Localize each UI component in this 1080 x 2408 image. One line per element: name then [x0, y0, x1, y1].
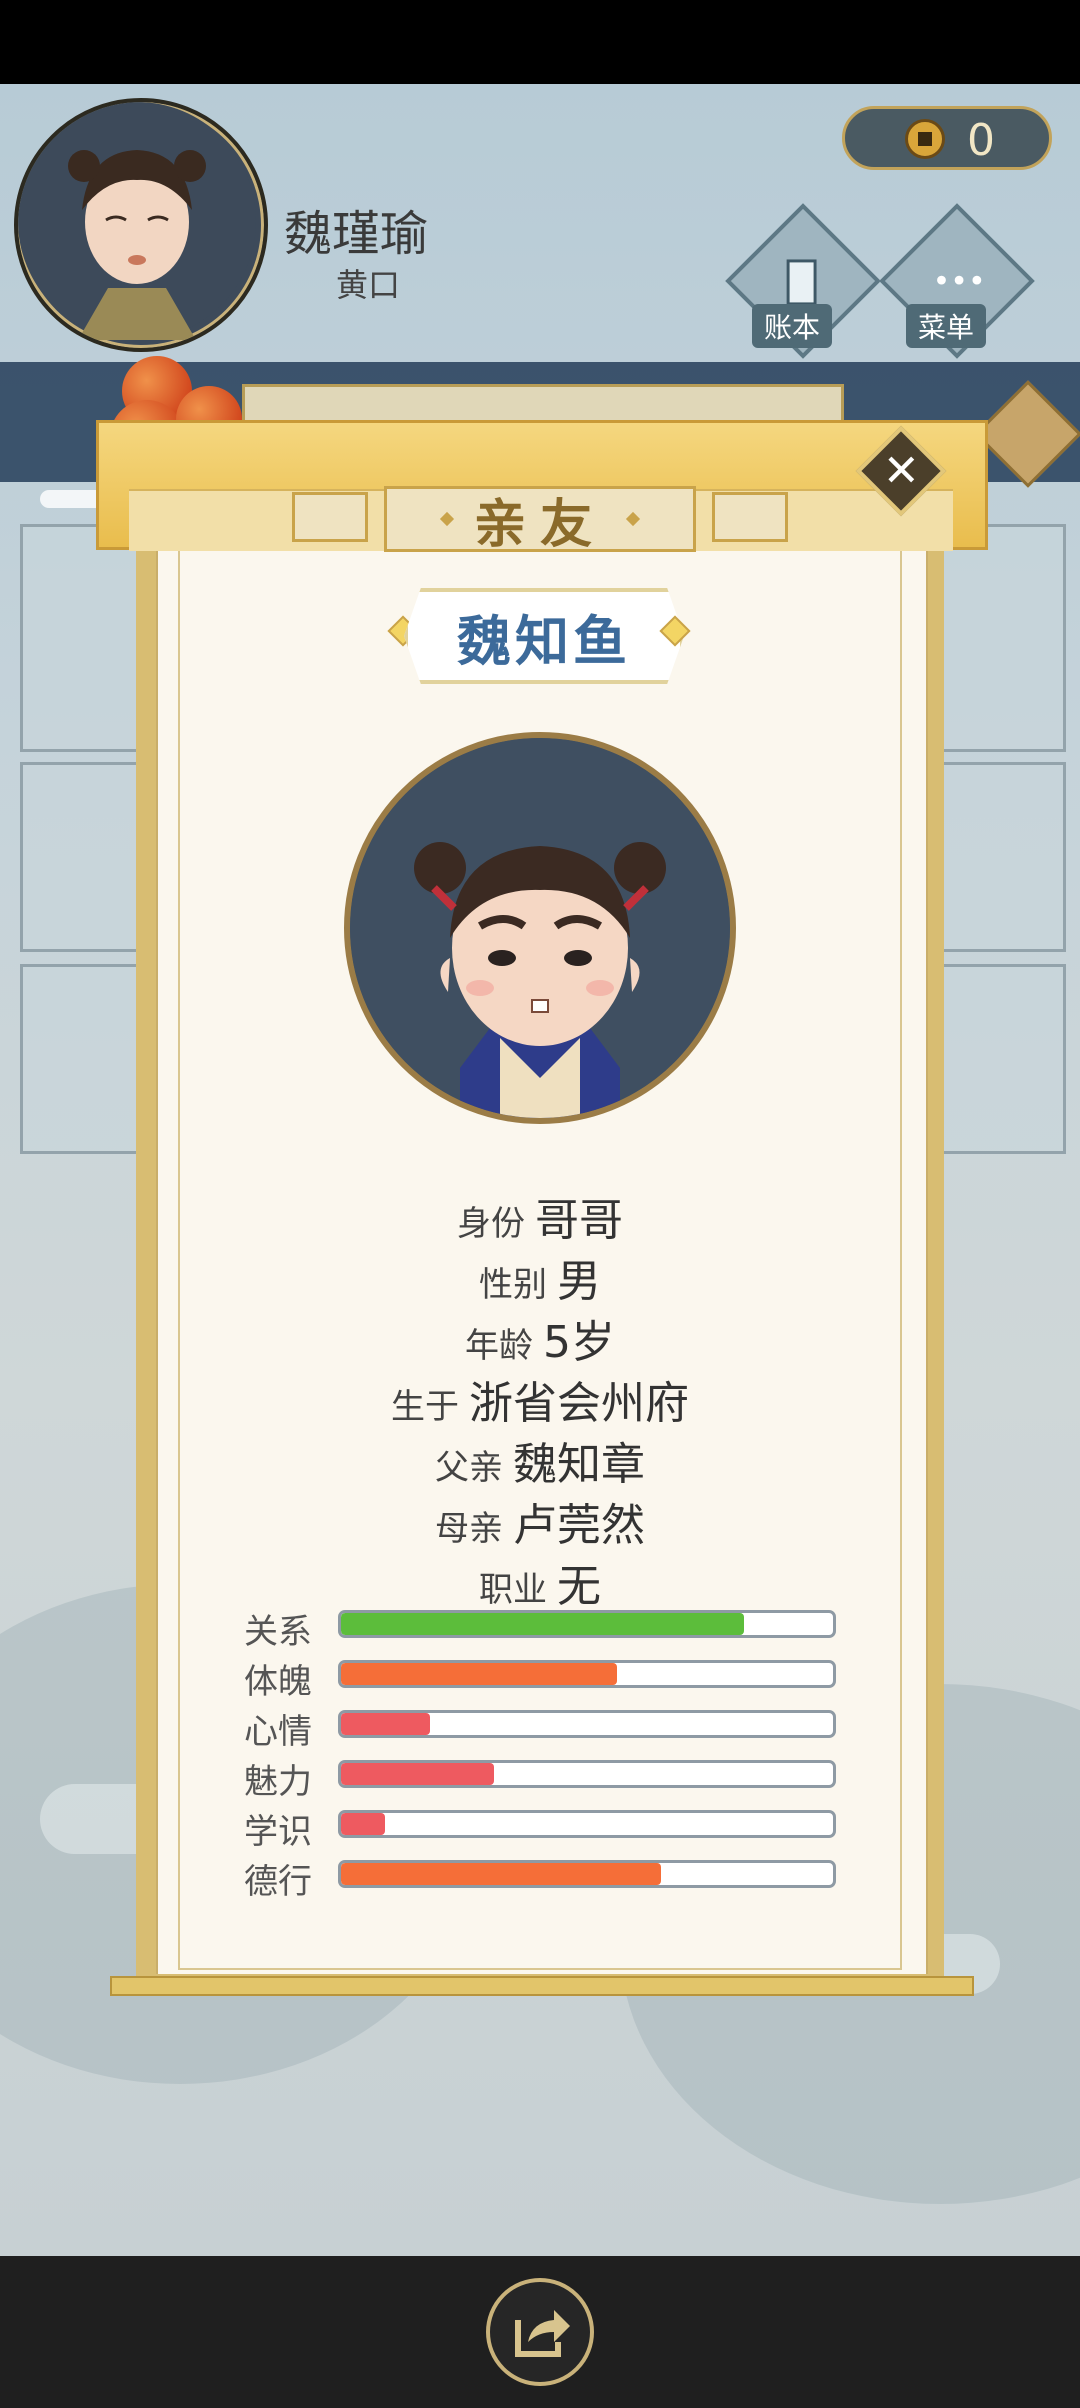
stat-bar-fill	[341, 1813, 386, 1835]
info-row: 生于 浙省会州府	[0, 1367, 1080, 1431]
dialog-title: 亲友	[473, 493, 606, 555]
currency-value: 0	[967, 115, 995, 166]
title-ornament-icon	[439, 511, 455, 527]
stat-bar-fill	[341, 1763, 494, 1785]
player-portrait-icon	[18, 102, 256, 340]
info-label: 身份	[457, 1204, 525, 1244]
info-value: 无	[557, 1561, 601, 1612]
ledger-label: 账本	[752, 304, 833, 348]
stat-bar	[338, 1660, 836, 1688]
status-bar	[0, 0, 1080, 84]
info-value: 浙省会州府	[469, 1378, 689, 1429]
player-title: 黄口	[336, 266, 401, 304]
stat-label: 关系	[244, 1612, 312, 1652]
stat-bar-fill	[341, 1863, 661, 1885]
stat-bar	[338, 1610, 836, 1638]
info-value: 魏知章	[513, 1439, 645, 1490]
share-button[interactable]	[486, 2278, 594, 2386]
player-name: 魏瑾瑜	[284, 206, 429, 262]
stat-bar	[338, 1860, 836, 1888]
player-avatar[interactable]	[14, 98, 268, 352]
stat-bar-fill	[341, 1713, 430, 1735]
info-value: 男	[557, 1256, 601, 1307]
menu-dots-icon: •••	[932, 264, 986, 300]
title-ornament-icon	[625, 511, 641, 527]
ledger-icon	[786, 259, 817, 306]
info-row: 职业无	[0, 1550, 1080, 1614]
menu-label: 菜单	[906, 304, 987, 348]
info-label: 性别	[479, 1265, 547, 1305]
character-portrait-icon	[350, 738, 730, 1118]
stat-label: 魅力	[244, 1762, 312, 1802]
info-value: 哥哥	[535, 1195, 623, 1246]
stat-label: 心情	[244, 1712, 312, 1752]
info-row: 母亲 卢莞然	[0, 1489, 1080, 1553]
info-row: 父亲 魏知章	[0, 1428, 1080, 1492]
close-icon: ✕	[882, 445, 920, 496]
info-value: 卢莞然	[513, 1500, 645, 1551]
character-portrait	[344, 732, 736, 1124]
scroll-bottom-rod	[110, 1976, 974, 1996]
stat-label: 体魄	[244, 1662, 312, 1702]
stat-bar-fill	[341, 1663, 617, 1685]
info-row: 身份 哥哥	[0, 1184, 1080, 1248]
stat-bar	[338, 1710, 836, 1738]
share-icon	[515, 2310, 570, 2357]
info-label: 年龄	[465, 1326, 533, 1366]
stat-bar	[338, 1760, 836, 1788]
currency-box: 0	[842, 106, 1052, 170]
stat-bar-fill	[341, 1613, 745, 1635]
stat-label: 学识	[244, 1812, 312, 1852]
header-side-plate	[712, 492, 788, 542]
name-plate: 魏知鱼	[404, 588, 684, 684]
stat-label: 德行	[244, 1862, 312, 1902]
info-label: 父亲	[435, 1448, 503, 1488]
header-side-plate	[292, 492, 368, 542]
character-name: 魏知鱼	[457, 608, 631, 673]
info-label: 职业	[479, 1570, 547, 1610]
stat-bar	[338, 1810, 836, 1838]
info-row: 性别男	[0, 1245, 1080, 1309]
coin-icon	[905, 119, 945, 159]
info-row: 年龄 5岁	[0, 1306, 1080, 1370]
info-value: 5岁	[543, 1317, 615, 1368]
dialog-title-plate: 亲友	[384, 486, 696, 555]
info-label: 母亲	[435, 1509, 503, 1549]
info-label: 生于	[391, 1387, 459, 1427]
